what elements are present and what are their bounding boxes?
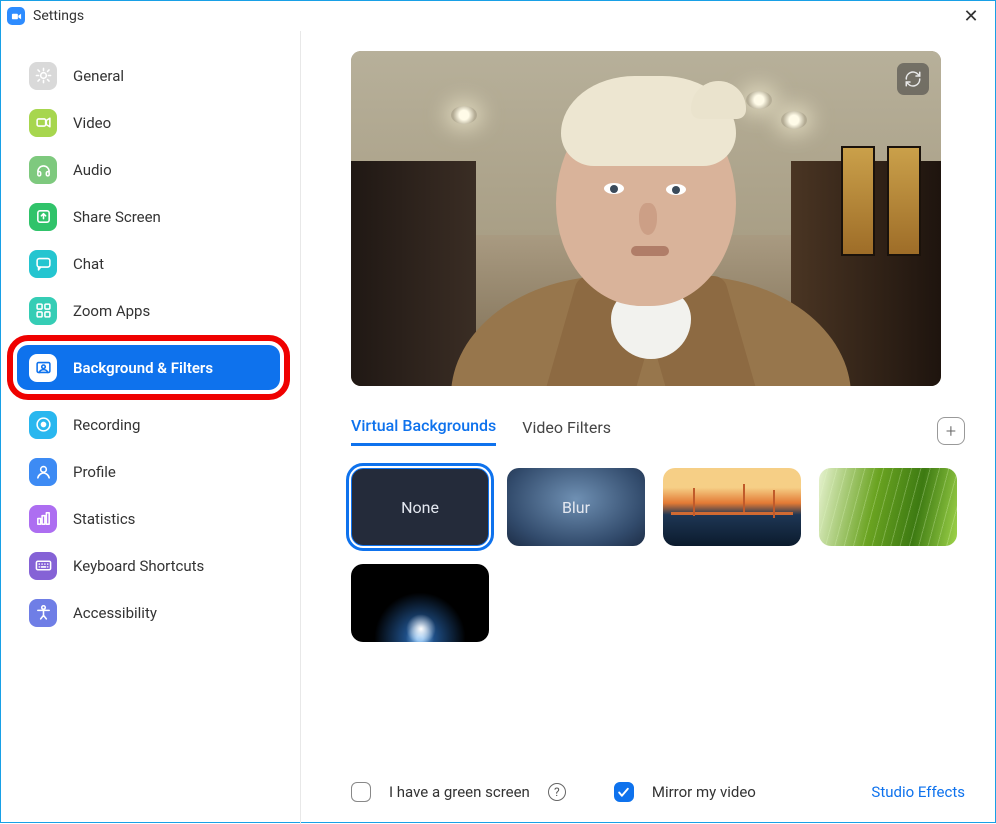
audio-icon [29,156,57,184]
mirror-video-checkbox[interactable] [614,782,634,802]
sidebar-item-label: Share Screen [73,208,161,226]
stats-icon [29,505,57,533]
background-tile-grass[interactable] [819,468,957,546]
plus-icon: + [946,421,956,442]
background-tile-label: None [401,498,439,517]
sidebar-item-label: Recording [73,416,140,434]
sidebar-item-label: Accessibility [73,604,157,622]
sidebar-item-video[interactable]: Video [17,100,288,145]
studio-effects-link[interactable]: Studio Effects [871,783,965,801]
accessibility-icon [29,599,57,627]
tab-video-filters[interactable]: Video Filters [522,418,611,445]
help-icon: ? [554,785,560,799]
mirror-video-label: Mirror my video [652,783,756,801]
keyboard-icon [29,552,57,580]
options-row: I have a green screen ? Mirror my video … [351,782,965,802]
sidebar-item-background-filters[interactable]: Background & Filters [17,345,280,390]
green-screen-checkbox[interactable] [351,782,371,802]
background-tile-none[interactable]: None [351,468,489,546]
video-icon [29,109,57,137]
sidebar: General Video Audio Share Screen Chat Zoom Ap… [1,31,301,824]
background-tile-label: Blur [562,498,590,517]
sidebar-item-chat[interactable]: Chat [17,241,288,286]
sidebar-item-zoom-apps[interactable]: Zoom Apps [17,288,288,333]
window-title: Settings [33,8,84,24]
sidebar-item-label: Chat [73,255,104,273]
sidebar-item-general[interactable]: General [17,53,288,98]
background-tile-earth[interactable] [351,564,489,642]
green-screen-help[interactable]: ? [548,783,566,801]
check-icon [617,786,630,799]
add-background-button[interactable]: + [937,417,965,445]
close-icon: ✕ [963,6,978,27]
gear-icon [29,62,57,90]
backgrounds-grid: None Blur [351,468,965,642]
sidebar-item-keyboard-shortcuts[interactable]: Keyboard Shortcuts [17,543,288,588]
sidebar-item-profile[interactable]: Profile [17,449,288,494]
sidebar-item-label: Profile [73,463,116,481]
rotate-camera-button[interactable] [897,63,929,95]
sidebar-item-statistics[interactable]: Statistics [17,496,288,541]
share-icon [29,203,57,231]
rotate-camera-icon [904,70,922,88]
tab-label: Video Filters [522,418,611,437]
chat-icon [29,250,57,278]
background-tile-bridge[interactable] [663,468,801,546]
recording-icon [29,411,57,439]
tabs-row: Virtual Backgrounds Video Filters + [351,416,965,446]
green-screen-label: I have a green screen [389,783,530,801]
sidebar-item-recording[interactable]: Recording [17,402,288,447]
sidebar-item-label: Keyboard Shortcuts [73,557,204,575]
sidebar-item-label: Background & Filters [73,359,213,377]
sidebar-item-label: Statistics [73,510,135,528]
sidebar-item-accessibility[interactable]: Accessibility [17,590,288,635]
sidebar-item-label: General [73,67,124,85]
tab-label: Virtual Backgrounds [351,416,496,435]
app-icon [7,7,25,25]
sidebar-item-label: Zoom Apps [73,302,150,320]
titlebar: Settings ✕ [1,1,995,31]
sidebar-item-label: Video [73,114,111,132]
profile-icon [29,458,57,486]
close-button[interactable]: ✕ [953,2,989,30]
preview-scene [351,51,941,386]
apps-icon [29,297,57,325]
background-icon [29,354,57,382]
background-tile-blur[interactable]: Blur [507,468,645,546]
sidebar-item-label: Audio [73,161,112,179]
sidebar-item-share-screen[interactable]: Share Screen [17,194,288,239]
sidebar-item-audio[interactable]: Audio [17,147,288,192]
tab-virtual-backgrounds[interactable]: Virtual Backgrounds [351,416,496,446]
video-preview [351,51,941,386]
main-panel: Virtual Backgrounds Video Filters + None… [301,31,995,824]
